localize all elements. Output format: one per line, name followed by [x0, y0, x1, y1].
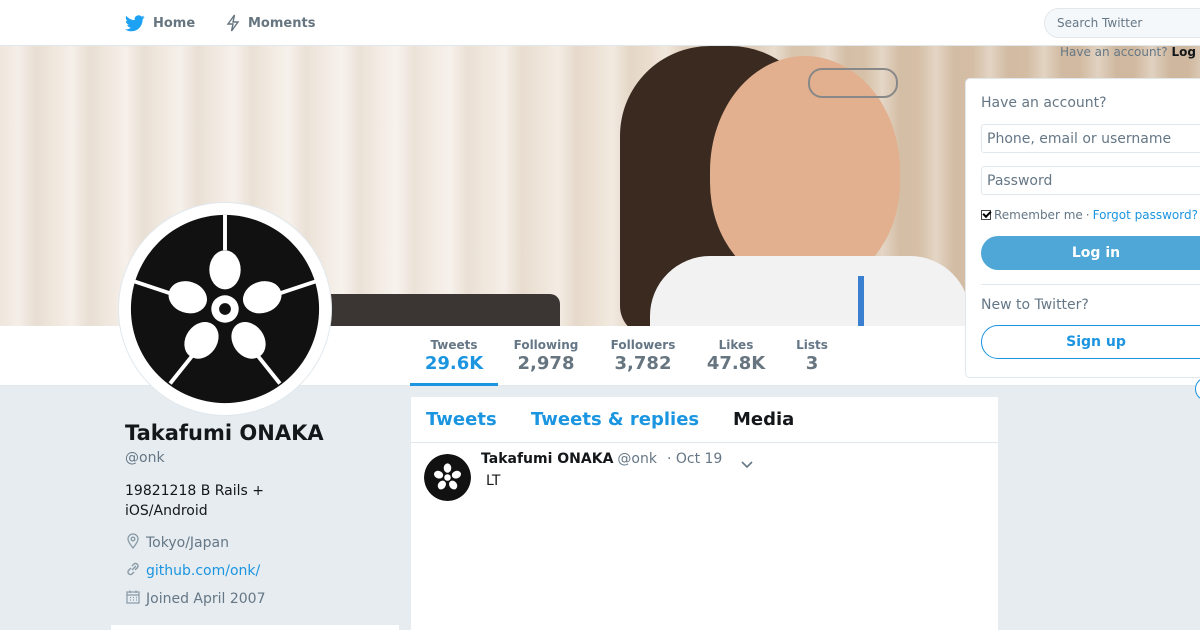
tweet-date[interactable]: · Oct 19	[667, 451, 722, 467]
signup-button[interactable]: Sign up	[981, 325, 1200, 359]
login-card: Have an account? Phone, email or usernam…	[965, 78, 1200, 378]
forgot-password-link[interactable]: Forgot password?	[1093, 208, 1198, 222]
calendar-icon	[125, 589, 141, 609]
tab-tweets[interactable]: Tweets	[426, 409, 497, 430]
tweet-header: Takafumi ONAKA @onk · Oct 19	[481, 451, 722, 467]
top-navigation: Home Moments Search Twitter	[0, 0, 1200, 46]
nav-home-label: Home	[153, 15, 196, 31]
divider	[981, 284, 1200, 285]
stat-value: 3	[805, 353, 819, 374]
profile-joined: Joined April 2007	[125, 589, 266, 609]
banner-shirt	[650, 256, 970, 326]
login-button[interactable]: Log in	[981, 236, 1200, 270]
have-account-prompt: Have an account? Log	[1060, 45, 1196, 59]
twitter-bird-icon	[125, 14, 145, 32]
profile-bio: 19821218 B Rails + iOS/Android	[125, 483, 265, 519]
left-card	[111, 625, 399, 630]
stat-value: 2,978	[517, 353, 575, 374]
profile-avatar[interactable]	[119, 203, 331, 415]
login-card-title: Have an account?	[981, 95, 1107, 111]
tweet-author-handle[interactable]: @onk	[617, 451, 657, 467]
stat-label: Tweets	[430, 338, 478, 352]
search-input[interactable]: Search Twitter	[1044, 8, 1200, 38]
nav-home[interactable]: Home	[125, 0, 195, 46]
url-link[interactable]: github.com/onk/	[146, 563, 260, 579]
banner-lanyard	[858, 276, 864, 326]
tweet-text: LT	[486, 473, 501, 489]
tab-media[interactable]: Media	[733, 409, 794, 430]
nav-moments[interactable]: Moments	[226, 0, 315, 46]
joined-text: Joined April 2007	[146, 591, 266, 607]
tweet-avatar[interactable]	[424, 454, 471, 501]
remember-label[interactable]: Remember me	[994, 208, 1083, 222]
remember-row: Remember me · Forgot password?	[981, 208, 1198, 222]
stat-label: Lists	[796, 338, 828, 352]
stat-followers[interactable]: Followers 3,782	[606, 326, 680, 386]
new-to-twitter-text: New to Twitter?	[981, 297, 1089, 313]
stat-lists[interactable]: Lists 3	[790, 326, 834, 386]
remember-checkbox[interactable]	[981, 210, 991, 220]
location-text: Tokyo/Japan	[146, 535, 229, 551]
search-placeholder: Search Twitter	[1057, 16, 1143, 30]
link-icon	[125, 561, 141, 581]
stat-label: Likes	[718, 338, 754, 352]
profile-location: Tokyo/Japan	[125, 533, 229, 553]
separator: ·	[1085, 208, 1090, 222]
location-pin-icon	[125, 533, 141, 553]
stat-label: Following	[513, 338, 579, 352]
profile-name: Takafumi ONAKA	[125, 421, 324, 445]
username-placeholder: Phone, email or username	[987, 130, 1172, 147]
family-crest-icon	[424, 454, 471, 501]
banner-glasses	[808, 68, 898, 98]
stat-value: 29.6K	[424, 353, 484, 374]
family-crest-icon	[130, 214, 320, 404]
password-field[interactable]: Password	[981, 166, 1200, 195]
have-account-text: Have an account?	[1060, 45, 1168, 59]
chevron-down-icon[interactable]	[740, 455, 754, 474]
tab-tweets-and-replies[interactable]: Tweets & replies	[531, 409, 699, 430]
stat-following[interactable]: Following 2,978	[506, 326, 586, 386]
tweet-author-name[interactable]: Takafumi ONAKA	[481, 451, 613, 467]
stat-value: 3,782	[614, 353, 672, 374]
timeline: Tweets Tweets & replies Media Takafumi O…	[411, 397, 998, 630]
stat-value: 47.8K	[706, 353, 766, 374]
nav-moments-label: Moments	[248, 15, 316, 31]
timeline-tabs: Tweets Tweets & replies Media	[411, 397, 998, 443]
stat-label: Followers	[610, 338, 676, 352]
lightning-icon	[226, 14, 240, 32]
username-field[interactable]: Phone, email or username	[981, 124, 1200, 153]
stat-likes[interactable]: Likes 47.8K	[700, 326, 772, 386]
password-placeholder: Password	[987, 172, 1053, 189]
profile-handle[interactable]: @onk	[125, 450, 165, 466]
profile-url[interactable]: github.com/onk/	[125, 561, 260, 581]
stat-tweets[interactable]: Tweets 29.6K	[410, 326, 498, 386]
login-link[interactable]: Log	[1171, 45, 1195, 59]
tweet-item[interactable]: Takafumi ONAKA @onk · Oct 19 LT	[411, 443, 998, 630]
